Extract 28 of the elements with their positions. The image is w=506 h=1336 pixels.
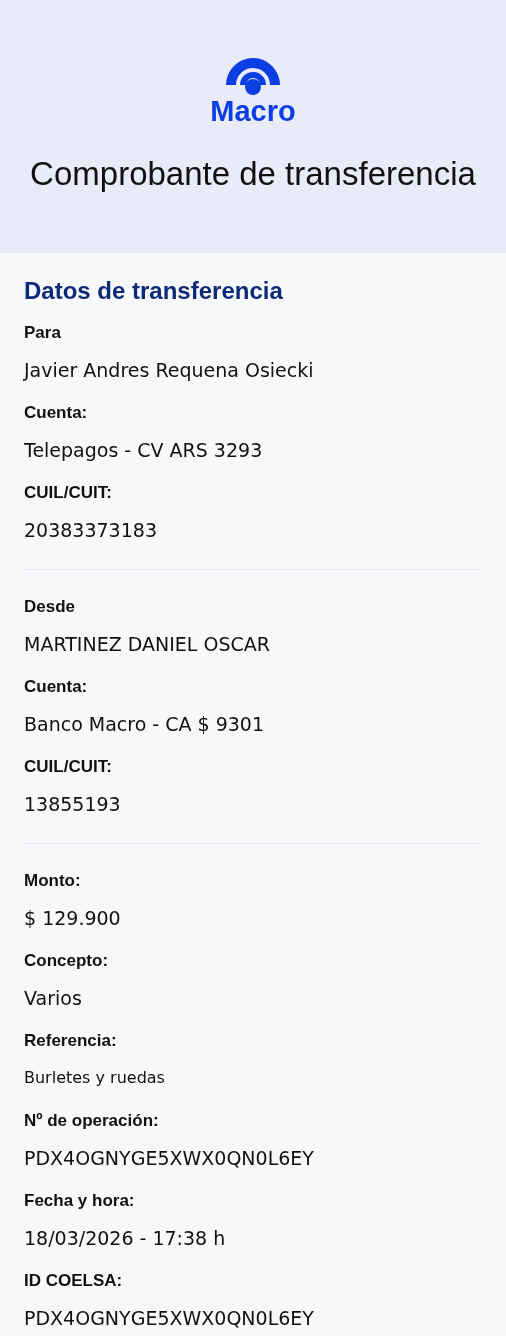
field-value: PDX4OGNYGE5XWX0QN0L6EY [24, 1146, 315, 1171]
page-title: Comprobante de transferencia [30, 154, 476, 194]
field-value: 20383373183 [24, 518, 158, 543]
field-label: Desde [24, 596, 77, 618]
field-label: ID COELSA: [24, 1270, 124, 1292]
section-title: Datos de transferencia [24, 276, 284, 306]
field-value: $ 129.900 [24, 906, 122, 931]
field-value: Varios [24, 986, 83, 1011]
field-label: Para [24, 322, 62, 344]
field-value: MARTINEZ DANIEL OSCAR [24, 632, 271, 657]
field-label: Monto: [24, 870, 82, 892]
field-value: Telepagos - CV ARS 3293 [24, 438, 264, 463]
field-label: CUIL/CUIT: [24, 756, 113, 778]
field-value: 13855193 [24, 792, 122, 817]
logo-text: Macro [210, 96, 296, 126]
field-label: Referencia: [24, 1030, 118, 1052]
field-label: Cuenta: [24, 402, 89, 424]
field-value: Burletes y ruedas [24, 1067, 166, 1089]
field-value: Banco Macro - CA $ 9301 [24, 712, 266, 737]
field-label: CUIL/CUIT: [24, 482, 113, 504]
field-value: 18/03/2026 - 17:38 h [24, 1226, 227, 1251]
field-label: Concepto: [24, 950, 110, 972]
field-value: PDX4OGNYGE5XWX0QN0L6EY [24, 1306, 315, 1331]
field-value: Javier Andres Requena Osiecki [24, 358, 315, 383]
field-label: Nº de operación: [24, 1110, 160, 1132]
logo-icon [223, 55, 283, 97]
field-label: Fecha y hora: [24, 1190, 136, 1212]
field-label: Cuenta: [24, 676, 89, 698]
